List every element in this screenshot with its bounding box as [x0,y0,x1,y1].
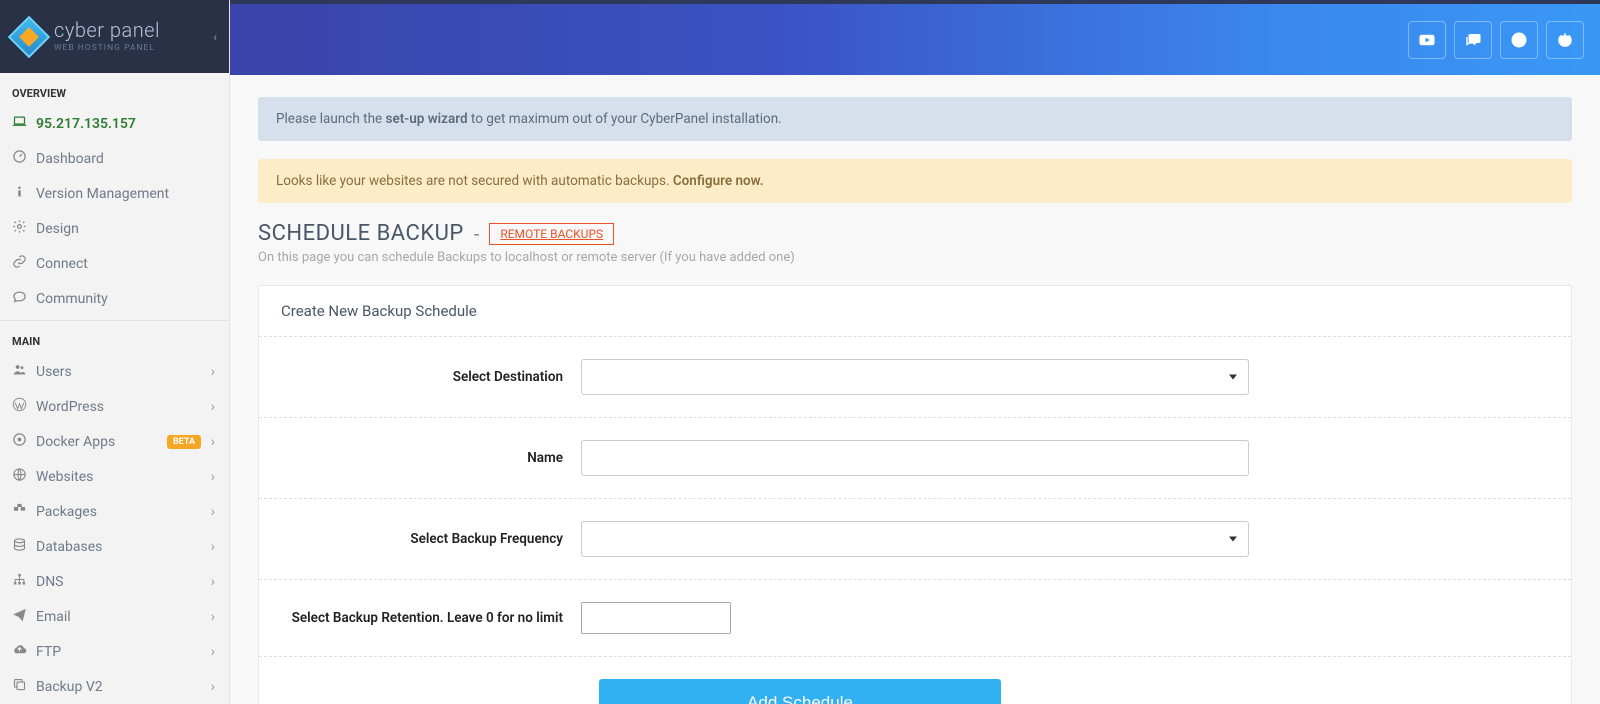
docker-icon [12,432,36,451]
add-schedule-button[interactable]: Add Schedule [599,679,1001,704]
logo-area: cyber panel WEB HOSTING PANEL ‹ [0,0,229,73]
sidebar-item-server-ip[interactable]: 95.217.135.157 [0,106,229,141]
sidebar-item-label: Community [36,291,217,307]
sidebar-item-label: DNS [36,574,217,590]
sidebar-item-label: Users [36,364,217,380]
nav-section-main: MAIN [0,321,229,354]
destination-select[interactable] [581,359,1249,395]
sidebar-item-version[interactable]: Version Management [0,176,229,211]
brand-subtitle: WEB HOSTING PANEL [54,43,160,53]
form-actions: Add Schedule [259,656,1571,704]
send-icon [12,607,36,626]
retention-input[interactable] [581,602,731,634]
packages-icon [12,502,36,521]
sidebar-item-users[interactable]: Users [0,354,229,389]
form-row-name: Name [259,417,1571,498]
power-button[interactable] [1546,21,1584,59]
gear-icon [12,219,36,238]
sidebar-item-wordpress[interactable]: WordPress [0,389,229,424]
label-frequency: Select Backup Frequency [271,531,581,547]
form-row-frequency: Select Backup Frequency [259,498,1571,579]
sidebar-item-websites[interactable]: Websites [0,459,229,494]
sidebar-item-label: Design [36,221,217,237]
help-button[interactable] [1500,21,1538,59]
chat-button[interactable] [1454,21,1492,59]
frequency-select[interactable] [581,521,1249,557]
brand-title: cyber panel [54,20,160,40]
users-icon [12,362,36,381]
sidebar-item-ftp[interactable]: FTP [0,634,229,669]
setup-wizard-alert[interactable]: Please launch the set-up wizard to get m… [258,97,1572,141]
sidebar-item-label: Email [36,609,217,625]
sidebar-item-label: FTP [36,644,217,660]
content-area: Please launch the set-up wizard to get m… [230,75,1600,704]
label-destination: Select Destination [271,369,581,385]
backup-schedule-panel: Create New Backup Schedule Select Destin… [258,285,1572,704]
remote-backups-link[interactable]: REMOTE BACKUPS [489,223,614,245]
database-icon [12,537,36,556]
sitemap-icon [12,572,36,591]
globe-icon [12,467,36,486]
heading-dash: - [474,222,480,246]
topbar [230,0,1600,75]
backup-warning-alert[interactable]: Looks like your websites are not secured… [258,159,1572,203]
label-retention: Select Backup Retention. Leave 0 for no … [271,610,581,626]
chat-icon [12,289,36,308]
page-subtitle: On this page you can schedule Backups to… [258,250,1572,265]
alert-text: to get maximum out of your CyberPanel in… [468,111,782,127]
nav-section-overview: OVERVIEW [0,73,229,106]
alert-bold: Configure now. [673,173,764,189]
sidebar-item-packages[interactable]: Packages [0,494,229,529]
sidebar-item-databases[interactable]: Databases [0,529,229,564]
sidebar-item-label: Websites [36,469,217,485]
laptop-icon [12,114,36,133]
link-icon [12,254,36,273]
dashboard-icon [12,149,36,168]
sidebar-item-label: Dashboard [36,151,217,167]
cloud-upload-icon [12,642,36,661]
sidebar-item-design[interactable]: Design [0,211,229,246]
name-input[interactable] [581,440,1249,476]
form-row-destination: Select Destination [259,336,1571,417]
sidebar-item-dns[interactable]: DNS [0,564,229,599]
sidebar: cyber panel WEB HOSTING PANEL ‹ OVERVIEW… [0,0,230,704]
panel-title: Create New Backup Schedule [259,286,1571,336]
alert-text: Looks like your websites are not secured… [276,173,673,189]
page-heading: SCHEDULE BACKUP - REMOTE BACKUPS [258,221,1572,246]
sidebar-item-label: Databases [36,539,217,555]
sidebar-item-label: 95.217.135.157 [36,116,217,132]
sidebar-item-label: Backup V2 [36,679,217,695]
sidebar-item-label: Connect [36,256,217,272]
sidebar-item-label: Packages [36,504,217,520]
form-row-retention: Select Backup Retention. Leave 0 for no … [259,579,1571,656]
logo-icon [8,15,50,57]
page-title: SCHEDULE BACKUP [258,221,464,246]
sidebar-item-docker[interactable]: Docker Apps BETA [0,424,229,459]
wordpress-icon [12,397,36,416]
copy-icon [12,677,36,696]
sidebar-item-dashboard[interactable]: Dashboard [0,141,229,176]
alert-text: Please launch the [276,111,386,127]
sidebar-item-connect[interactable]: Connect [0,246,229,281]
sidebar-item-backup-v2[interactable]: Backup V2 [0,669,229,704]
sidebar-item-label: Docker Apps [36,434,167,450]
sidebar-collapse-icon[interactable]: ‹ [213,30,217,44]
alert-bold: set-up wizard [386,111,468,127]
beta-badge: BETA [167,435,201,449]
sidebar-item-label: Version Management [36,186,217,202]
sidebar-item-community[interactable]: Community [0,281,229,316]
sidebar-item-label: WordPress [36,399,217,415]
youtube-button[interactable] [1408,21,1446,59]
info-icon [12,184,36,203]
label-name: Name [271,450,581,466]
sidebar-item-email[interactable]: Email [0,599,229,634]
